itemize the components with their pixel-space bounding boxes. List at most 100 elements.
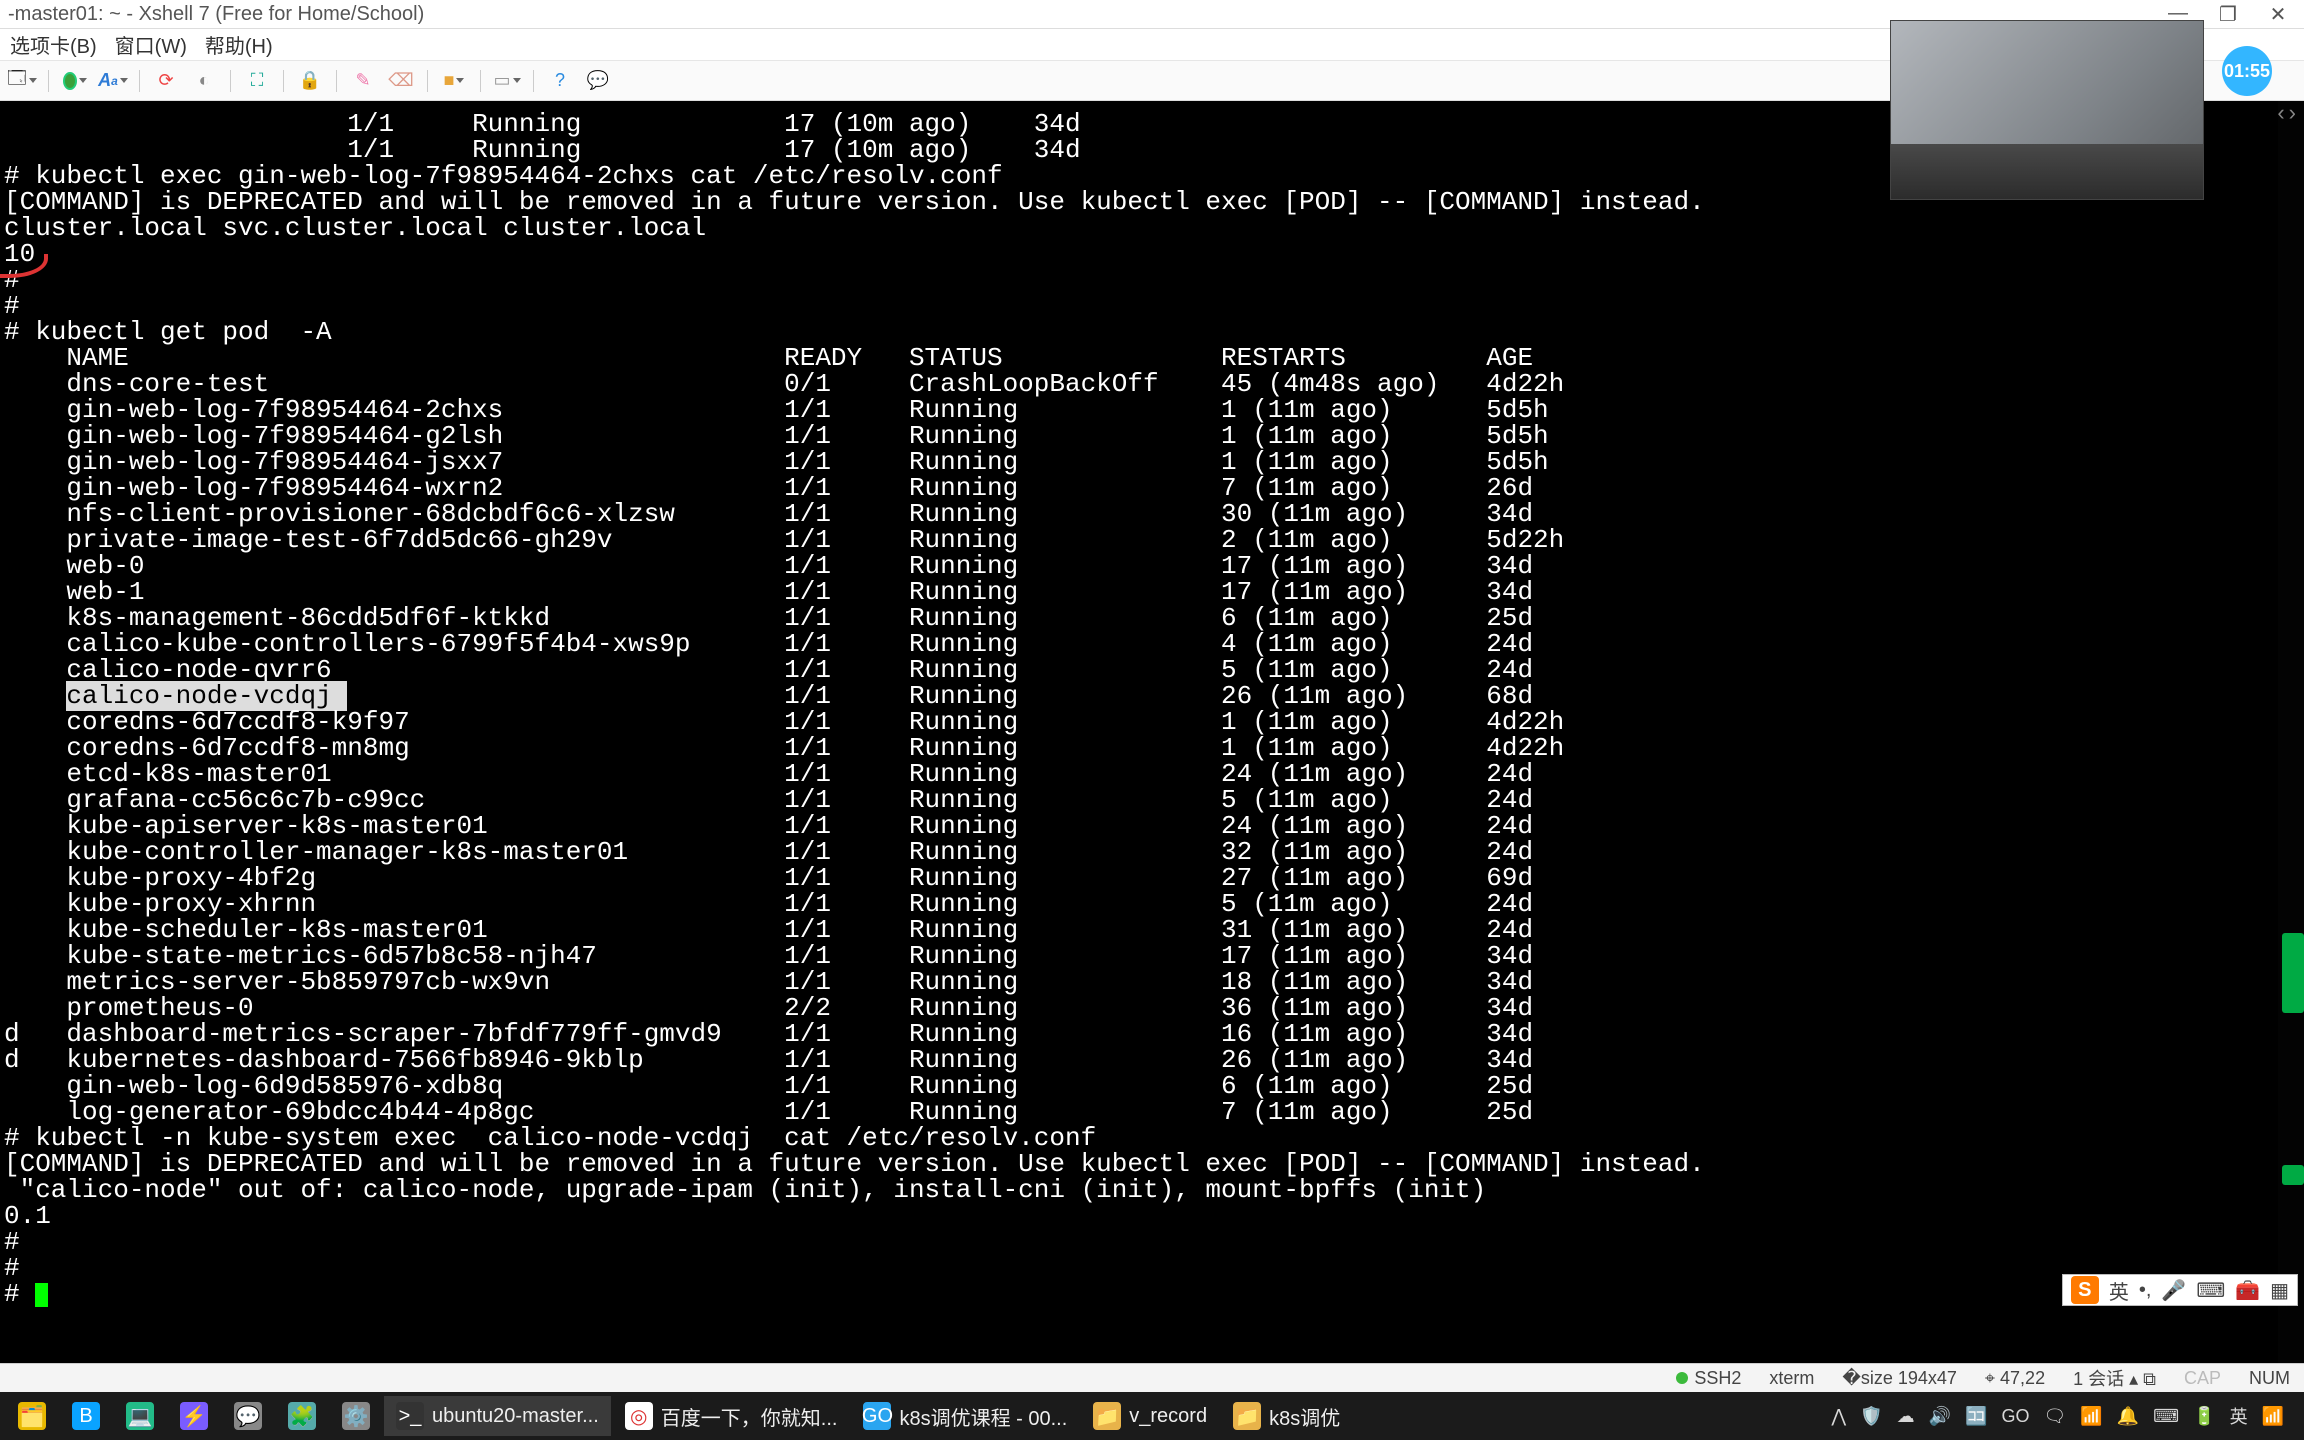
terminal-line: # (0, 293, 2278, 319)
taskbar-app-icon: 💬 (234, 1402, 262, 1430)
webcam-overlay (1890, 20, 2204, 200)
terminal-line: calico-node-qvrr6 1/1 Running 5 (11m ago… (0, 657, 2278, 683)
terminal-line: web-0 1/1 Running 17 (11m ago) 34d (0, 553, 2278, 579)
terminal-scrollbar[interactable] (2278, 101, 2304, 1373)
ime-punct[interactable]: •, (2139, 1279, 2152, 1302)
taskbar-item[interactable]: >_ubuntu20-master... (384, 1396, 611, 1436)
color-icon[interactable]: ■ (442, 69, 466, 93)
taskbar-item-label: k8s调优课程 - 00... (899, 1402, 1067, 1431)
menu-tabs[interactable]: 选项卡(B) (10, 30, 97, 59)
taskbar-item[interactable]: GOk8s调优课程 - 00... (851, 1396, 1079, 1436)
taskbar-app-icon: >_ (396, 1402, 424, 1430)
taskbar-item[interactable]: 📁 v_record (1081, 1396, 1219, 1436)
taskbar-item-label: k8s调优 (1269, 1402, 1340, 1431)
scrollbar-thumb[interactable] (2282, 933, 2304, 1013)
terminal-line: d dashboard-metrics-scraper-7bfdf779ff-g… (0, 1021, 2278, 1047)
ime-lang[interactable]: 英 (2109, 1276, 2129, 1305)
taskbar-item[interactable]: 🧩 (276, 1396, 328, 1436)
status-sessions[interactable]: 1 会话 ▴ ⧉ (2073, 1365, 2156, 1391)
terminal-line: NAME READY STATUS RESTARTS AGE (0, 345, 2278, 371)
status-cap: CAP (2184, 1368, 2221, 1389)
status-num: NUM (2249, 1368, 2290, 1389)
terminal-cursor (35, 1283, 48, 1307)
taskbar-item[interactable]: 📁k8s调优 (1221, 1396, 1352, 1436)
terminal-line: dns-core-test 0/1 CrashLoopBackOff 45 (4… (0, 371, 2278, 397)
terminal-line: prometheus-0 2/2 Running 36 (11m ago) 34… (0, 995, 2278, 1021)
terminal-line: # (0, 1229, 2278, 1255)
menu-window[interactable]: 窗口(W) (115, 30, 187, 59)
terminal-line: kube-apiserver-k8s-master01 1/1 Running … (0, 813, 2278, 839)
keyboard-icon[interactable]: ⌨ (2196, 1278, 2225, 1303)
disconnect-icon[interactable]: ◐ (192, 69, 216, 93)
tray-icon[interactable]: 🔔 (2117, 1406, 2139, 1427)
terminal-line: # (0, 1255, 2278, 1281)
close-button[interactable]: ✕ (2268, 2, 2288, 27)
tray-icon[interactable]: GO (2001, 1406, 2029, 1427)
taskbar-item-label: v_record (1129, 1405, 1207, 1428)
terminal-line: kube-proxy-xhrnn 1/1 Running 5 (11m ago)… (0, 891, 2278, 917)
status-ssh: SSH2 (1676, 1368, 1741, 1389)
highlight-icon[interactable]: ✎ (351, 69, 375, 93)
chat-icon[interactable]: 💬 (586, 69, 610, 93)
terminal-line: nfs-client-provisioner-68dcbdf6c6-xlzsw … (0, 501, 2278, 527)
tray-icon[interactable]: 🔊 (1929, 1406, 1951, 1427)
erase-icon[interactable]: ⌫ (389, 69, 413, 93)
terminal-line: kube-scheduler-k8s-master01 1/1 Running … (0, 917, 2278, 943)
sogou-logo-icon[interactable]: S (2071, 1276, 2099, 1304)
menu-help[interactable]: 帮助(H) (205, 30, 273, 59)
terminal-line: coredns-6d7ccdf8-k9f97 1/1 Running 1 (11… (0, 709, 2278, 735)
tray-icon[interactable]: 📶 (2262, 1406, 2284, 1427)
tray-icon[interactable]: ⋀ (1831, 1406, 1846, 1427)
grid-icon[interactable]: ▦ (2270, 1278, 2289, 1303)
tray-icon[interactable]: 📶 (2080, 1406, 2102, 1427)
taskbar-item[interactable]: ⚙️ (330, 1396, 382, 1436)
taskbar-app-icon: ⚙️ (342, 1402, 370, 1430)
tray-icon[interactable]: ☁ (1897, 1406, 1915, 1427)
prev-icon[interactable]: ‹ (2277, 100, 2284, 126)
taskbar-item[interactable]: ◎百度一下，你就知... (613, 1396, 850, 1436)
taskbar-item[interactable]: 💬 (222, 1396, 274, 1436)
tray-icon[interactable]: 🗨 (2043, 1406, 2066, 1427)
taskbar-app-icon: 💻 (126, 1402, 154, 1430)
terminal-line: coredns-6d7ccdf8-mn8mg 1/1 Running 1 (11… (0, 735, 2278, 761)
terminal-line: kube-proxy-4bf2g 1/1 Running 27 (11m ago… (0, 865, 2278, 891)
help-icon[interactable]: ? (548, 69, 572, 93)
terminal-line: [COMMAND] is DEPRECATED and will be remo… (0, 1151, 2278, 1177)
tray-icon[interactable]: ⌨ (2153, 1406, 2179, 1427)
taskbar-app-icon: ⚡ (180, 1402, 208, 1430)
terminal-line: # (0, 267, 2278, 293)
scrollbar-thumb[interactable] (2282, 1165, 2304, 1185)
taskbar-item[interactable]: B (60, 1396, 112, 1436)
terminal-line: calico-node-vcdqj 1/1 Running 26 (11m ag… (0, 683, 2278, 709)
recording-nav: ‹ › (2277, 100, 2296, 126)
next-icon[interactable]: › (2289, 100, 2296, 126)
terminal-line: k8s-management-86cdd5df6f-ktkkd 1/1 Runn… (0, 605, 2278, 631)
connect-icon[interactable] (63, 69, 87, 93)
terminal-line: # (0, 1281, 2278, 1307)
font-icon[interactable]: Aa (101, 69, 125, 93)
tray-icon[interactable]: 🛡️ (1860, 1406, 1882, 1427)
tray-icon[interactable]: 🔋 (2193, 1406, 2215, 1427)
fullscreen-icon[interactable]: ⛶ (245, 69, 269, 93)
new-session-icon[interactable]: 🗔 (10, 69, 34, 93)
ime-toolbar[interactable]: S 英 •, 🎤 ⌨ 🧰 ▦ (2062, 1274, 2298, 1306)
terminal-line: etcd-k8s-master01 1/1 Running 24 (11m ag… (0, 761, 2278, 787)
taskbar-item[interactable]: ⚡ (168, 1396, 220, 1436)
mic-icon[interactable]: 🎤 (2161, 1278, 2186, 1303)
tray-icon[interactable]: 英 (2230, 1403, 2248, 1429)
terminal-line: kube-controller-manager-k8s-master01 1/1… (0, 839, 2278, 865)
layout-icon[interactable]: ▭ (495, 69, 519, 93)
taskbar: 🗂️B 💻 ⚡ 💬 🧩 ⚙️ >_ubuntu20-master...◎百度一下，你就知..… (0, 1392, 2304, 1440)
lock-icon[interactable]: 🔒 (298, 69, 322, 93)
taskbar-item[interactable]: 💻 (114, 1396, 166, 1436)
terminal-line: "calico-node" out of: calico-node, upgra… (0, 1177, 2278, 1203)
taskbar-item[interactable]: 🗂️ (6, 1396, 58, 1436)
terminal-line: metrics-server-5b859797cb-wx9vn 1/1 Runn… (0, 969, 2278, 995)
reconnect-icon[interactable]: ⟳ (154, 69, 178, 93)
tools-icon[interactable]: 🧰 (2235, 1278, 2260, 1303)
maximize-button[interactable]: ❐ (2218, 2, 2238, 27)
taskbar-item-label: 百度一下，你就知... (661, 1402, 838, 1431)
taskbar-app-icon: 📁 (1093, 1402, 1121, 1430)
terminal[interactable]: 1/1 Running 17 (10m ago) 34d 1/1 Running… (0, 101, 2278, 1373)
tray-icon[interactable]: 🈁 (1965, 1406, 1987, 1427)
